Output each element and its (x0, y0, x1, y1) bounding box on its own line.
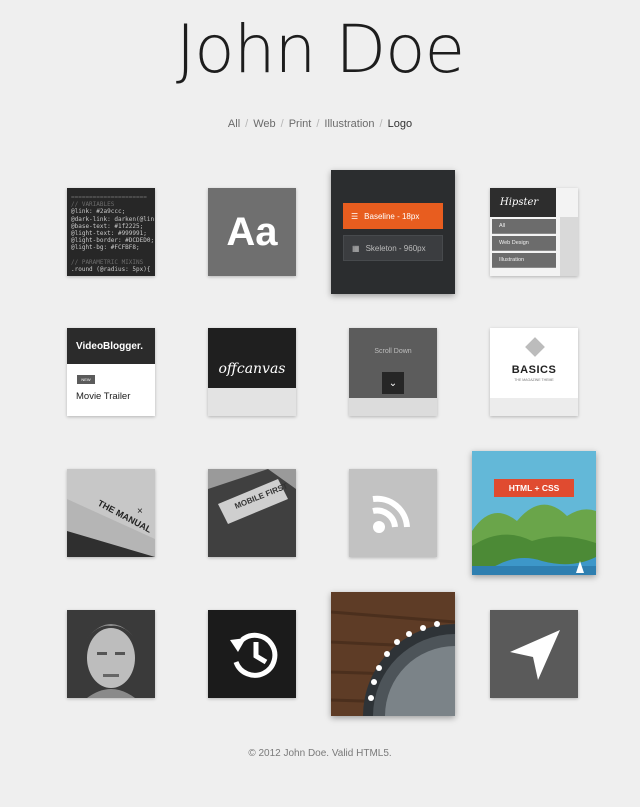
portfolio-tile-html-css[interactable]: HTML + CSS (472, 451, 596, 575)
dial-illustration (331, 592, 455, 716)
code-line: @link: #2a9ccc; (71, 208, 126, 216)
grid-icon: ▦ (352, 243, 360, 253)
hipster-menu-item: Web Design (492, 236, 556, 251)
videoblogger-title: VideoBlogger. (67, 328, 155, 364)
code-line: @dark-link: darken(@lin (71, 215, 155, 223)
filter-print[interactable]: Print (289, 118, 312, 130)
filter-separator: / (245, 118, 249, 130)
page-title: John Doe (175, 11, 465, 88)
portfolio-tile-rss[interactable] (349, 469, 437, 557)
rss-icon (372, 495, 410, 533)
code-line: @base-text: #1f2225; (71, 222, 144, 230)
hipster-menu-item: Illustration (492, 253, 556, 268)
portfolio-tile-skeleton[interactable]: ☰ Baseline - 18px ▦ Skeleton - 960px (331, 170, 455, 294)
basics-subtitle: THE MAGAZINE THEME (514, 378, 554, 382)
footer-text: © 2012 John Doe. Valid HTML5. (248, 748, 392, 759)
filter-separator: / (316, 118, 320, 130)
code-line: ===================== (71, 194, 147, 201)
history-icon (230, 632, 278, 678)
mobile-first-illustration: MOBILE FIRST (208, 469, 296, 557)
filter-separator: / (379, 118, 383, 130)
code-line: @light-text: #999991; (71, 230, 147, 238)
chevron-down-icon: ⌄ (382, 372, 404, 394)
portfolio-tile-terracotta[interactable] (67, 610, 155, 698)
offcanvas-footer (208, 388, 296, 416)
manual-illustration: THE MANUAL × (67, 498, 155, 557)
code-line: @light-bg: #FCFBF8; (71, 244, 140, 252)
scroll-title: Scroll Down (374, 348, 412, 355)
filter-logo[interactable]: Logo (388, 118, 412, 130)
portfolio-tile-offcanvas[interactable]: offcanvas (208, 328, 296, 416)
hipster-brand: Hipster (490, 188, 556, 217)
offcanvas-title: offcanvas (218, 361, 286, 377)
baseline-label: Baseline - 18px (364, 211, 420, 221)
portfolio-tile-videoblogger[interactable]: VideoBlogger. NEW Movie Trailer (67, 328, 155, 416)
portfolio-tile-dial[interactable] (331, 592, 455, 716)
filter-web[interactable]: Web (253, 118, 275, 130)
new-badge: NEW (77, 375, 95, 384)
html-css-banner: HTML + CSS (494, 479, 574, 497)
code-line: // PARAMETRIC MIXINS (71, 258, 144, 266)
portfolio-tile-basics[interactable]: BASICS THE MAGAZINE THEME (490, 328, 578, 416)
navigation-arrow-icon (510, 630, 560, 680)
code-line: .round (@radius: 5px){ (71, 266, 151, 274)
portfolio-tile-mobile-first[interactable]: MOBILE FIRST (208, 469, 296, 557)
diamond-icon (525, 337, 545, 357)
portfolio-tile-typography[interactable]: Aa (208, 188, 296, 276)
skeleton-button: ▦ Skeleton - 960px (343, 235, 443, 261)
baseline-button: ☰ Baseline - 18px (343, 203, 443, 229)
svg-text:×: × (137, 506, 143, 517)
portfolio-tile-navigation[interactable] (490, 610, 578, 698)
landscape-illustration (472, 504, 596, 575)
statue-illustration (67, 610, 155, 698)
portfolio-tile-hipster[interactable]: Hipster All Web Design Illustration (490, 188, 578, 276)
skeleton-label: Skeleton - 960px (365, 243, 426, 253)
portfolio-tile-history[interactable] (208, 610, 296, 698)
portfolio-tile-scroll-down[interactable]: Scroll Down ⌄ (349, 328, 437, 416)
basics-footer (490, 398, 578, 416)
videoblogger-subtitle: Movie Trailer (76, 391, 131, 402)
hipster-content-strip (560, 217, 578, 276)
list-icon: ☰ (351, 211, 359, 221)
filter-illustration[interactable]: Illustration (324, 118, 374, 130)
hipster-menu-item: All (492, 219, 556, 234)
basics-title: BASICS (511, 364, 557, 376)
filter-all[interactable]: All (228, 118, 240, 130)
filter-separator: / (280, 118, 284, 130)
portfolio-tile-less-code[interactable]: ===================== // VARIABLES @link… (67, 188, 155, 276)
code-line: // VARIABLES (71, 201, 115, 209)
portfolio-tile-the-manual[interactable]: THE MANUAL × (67, 469, 155, 557)
scroll-footer (349, 398, 437, 416)
code-line: @light-border: #DCDED0; (71, 237, 155, 245)
filter-nav: All / Web / Print / Illustration / Logo (0, 118, 640, 130)
typography-label: Aa (226, 209, 278, 254)
